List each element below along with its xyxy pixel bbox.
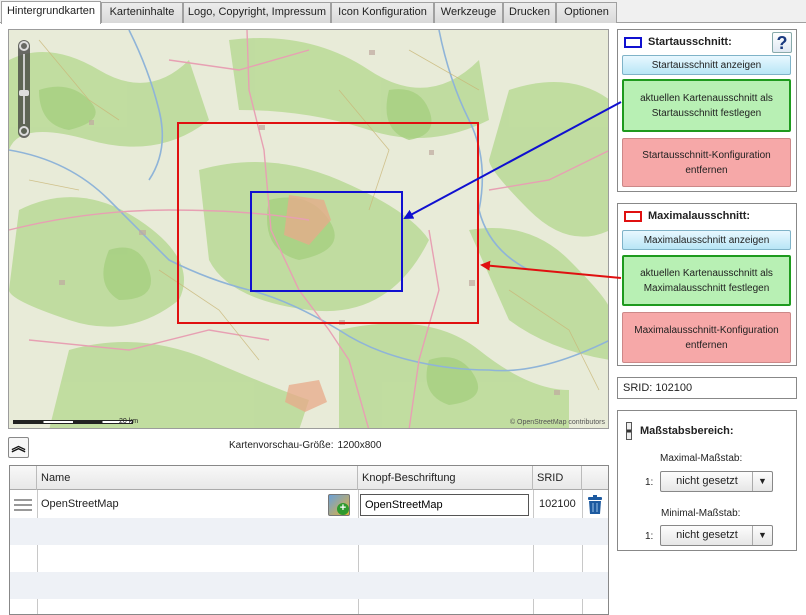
chevron-down-icon[interactable]: ▼ [752,526,772,545]
map-scale-bar [13,420,133,424]
start-extent-title: Startausschnitt: [624,36,732,48]
red-swatch-icon [624,210,642,222]
set-start-extent-button[interactable]: aktuellen Kartenausschnitt als Startauss… [622,79,791,132]
max-scale-prefix: 1: [645,477,654,488]
map-scale-label: 20 km [119,418,139,425]
scale-range-title: Maßstabsbereich: [626,422,734,440]
column-name[interactable]: Name [37,466,358,490]
row-srid: 102100 [539,498,576,510]
double-chevron-up-icon: ︽ [11,438,26,454]
column-button-label[interactable]: Knopf-Beschriftung [358,466,533,490]
set-max-extent-button[interactable]: aktuellen Kartenausschnitt als Maximalau… [622,255,791,306]
basemap-table: Name Knopf-Beschriftung SRID OpenStreetM… [9,465,609,615]
scale-range-panel: Maßstabsbereich: Maximal-Maßstab: 1: nic… [617,410,797,551]
max-scale-value: nicht gesetzt [676,475,738,487]
row-name: OpenStreetMap [41,498,119,510]
blue-swatch-icon [624,36,642,48]
start-extent-panel: Startausschnitt: ? Startausschnitt anzei… [617,29,797,192]
min-scale-dropdown[interactable]: nicht gesetzt ▼ [660,525,773,546]
tab-karteninhalte[interactable]: Karteninhalte [101,2,183,23]
tab-hintergrundkarten[interactable]: Hintergrundkarten [1,1,101,24]
tab-optionen[interactable]: Optionen [556,2,617,23]
max-scale-dropdown[interactable]: nicht gesetzt ▼ [660,471,773,492]
scale-range-title-text: Maßstabsbereich: [640,425,734,437]
zoom-in-icon[interactable] [19,41,29,51]
min-scale-label: Minimal-Maßstab: [661,508,741,519]
map-view[interactable]: 20 km © OpenStreetMap contributors [8,29,609,429]
trash-icon[interactable] [586,495,604,515]
help-button[interactable]: ? [772,32,792,53]
srid-info: SRID: 102100 [617,377,797,399]
button-label-input[interactable] [360,494,529,516]
remove-max-extent-button[interactable]: Maximalausschnitt-Konfiguration entferne… [622,312,791,363]
tab-drucken[interactable]: Drucken [503,2,556,23]
min-scale-prefix: 1: [645,531,654,542]
table-row-empty [10,545,608,572]
max-extent-title: Maximalausschnitt: [624,210,750,222]
zoom-slider-thumb[interactable] [19,90,29,96]
column-actions [582,466,608,490]
start-extent-rectangle [250,191,403,292]
table-row[interactable]: OpenStreetMap + 102100 [10,491,608,518]
show-start-extent-button[interactable]: Startausschnitt anzeigen [622,55,791,75]
scale-range-icon [626,422,632,440]
column-srid[interactable]: SRID [533,466,582,490]
max-extent-title-text: Maximalausschnitt: [648,210,751,222]
tab-bar: Hintergrundkarten Karteninhalte Logo, Co… [0,0,806,24]
zoom-slider-track[interactable] [23,54,25,124]
table-row-empty [10,518,608,545]
preview-size-value: 1200x800 [337,440,382,451]
show-max-extent-button[interactable]: Maximalausschnitt anzeigen [622,230,791,250]
start-extent-title-text: Startausschnitt: [648,36,732,48]
preview-size: Kartenvorschau-Größe: 1200x800 [229,440,381,451]
zoom-control[interactable] [18,40,30,138]
table-header: Name Knopf-Beschriftung SRID [10,466,608,490]
remove-start-extent-button[interactable]: Startausschnitt-Konfiguration entfernen [622,138,791,187]
max-extent-panel: Maximalausschnitt: Maximalausschnitt anz… [617,203,797,366]
preview-size-label: Kartenvorschau-Größe: [229,440,334,451]
max-scale-label: Maximal-Maßstab: [660,453,743,464]
column-drag [10,466,37,490]
tab-icon-konfiguration[interactable]: Icon Konfiguration [331,2,434,23]
chevron-down-icon[interactable]: ▼ [752,472,772,491]
map-attribution: © OpenStreetMap contributors [509,419,605,426]
tab-logo-copyright-impressum[interactable]: Logo, Copyright, Impressum [183,2,331,23]
min-scale-value: nicht gesetzt [676,529,738,541]
tab-werkzeuge[interactable]: Werkzeuge [434,2,503,23]
collapse-button[interactable]: ︽ [8,437,29,458]
zoom-out-icon[interactable] [19,126,29,136]
add-layer-icon[interactable]: + [328,494,350,516]
drag-handle-icon[interactable] [14,499,32,511]
table-row-empty [10,572,608,599]
